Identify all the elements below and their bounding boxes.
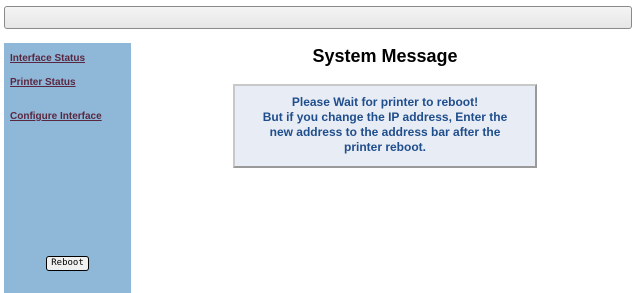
- message-line: new address to the address bar after the: [269, 125, 501, 139]
- reboot-button[interactable]: Reboot: [46, 256, 89, 271]
- message-line: Please Wait for printer to reboot!: [291, 95, 479, 109]
- message-box: Please Wait for printer to reboot! But i…: [233, 84, 537, 168]
- message-line: printer reboot.: [343, 140, 426, 154]
- nav-link-printer-status[interactable]: Printer Status: [10, 77, 76, 88]
- nav-link-configure-interface[interactable]: Configure Interface: [10, 111, 102, 122]
- nav-link-interface-status[interactable]: Interface Status: [10, 53, 85, 64]
- message-line: But if you change the IP address, Enter …: [262, 110, 508, 124]
- page-title: System Message: [312, 46, 458, 66]
- message-text: Please Wait for printer to reboot! But i…: [241, 95, 529, 155]
- top-frame-bar: [4, 6, 632, 29]
- sidebar: Interface Status Printer Status Configur…: [4, 43, 131, 293]
